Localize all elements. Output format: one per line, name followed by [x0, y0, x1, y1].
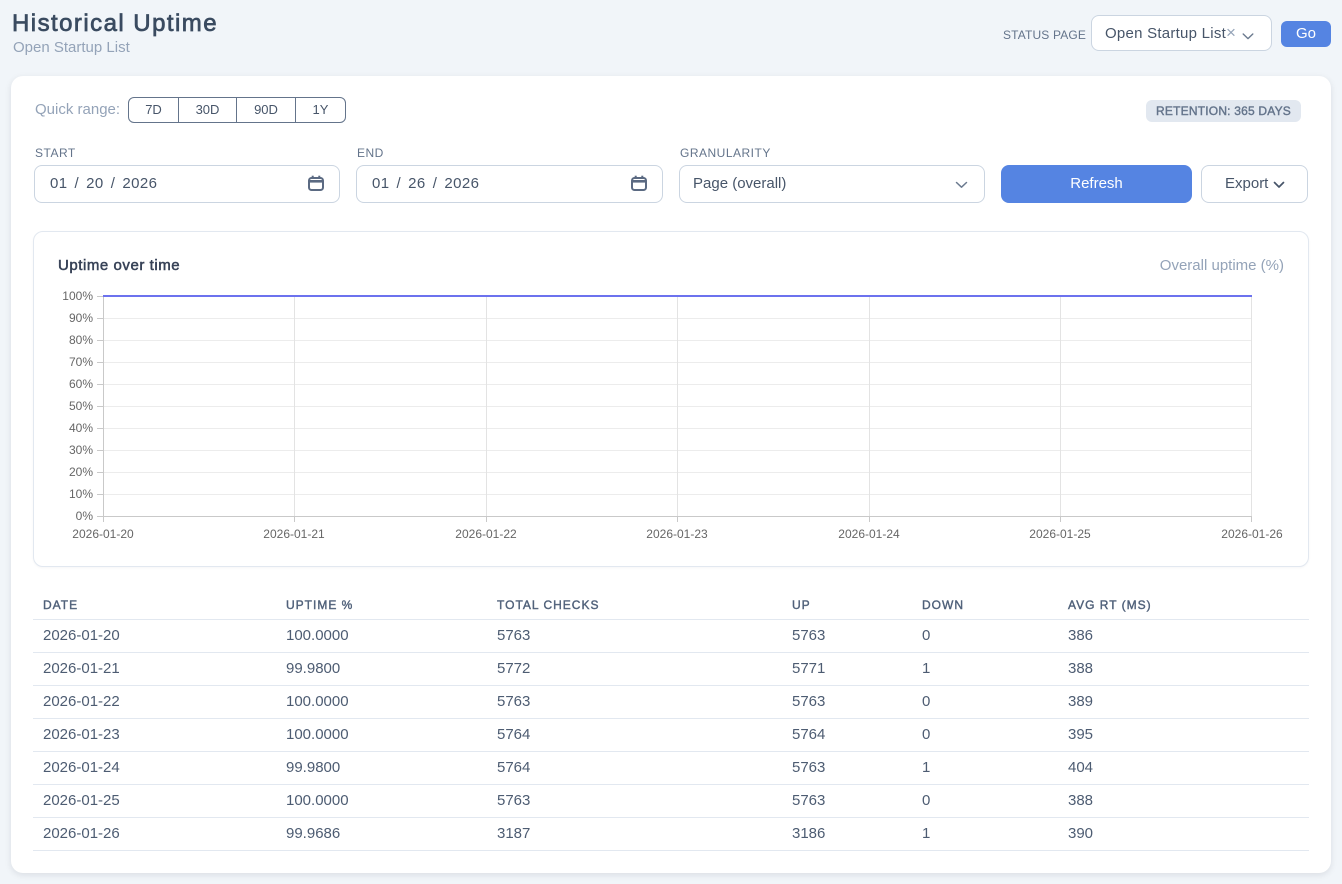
- svg-text:80%: 80%: [69, 333, 93, 347]
- svg-text:2026-01-21: 2026-01-21: [263, 527, 325, 541]
- svg-text:30%: 30%: [69, 443, 93, 457]
- svg-text:2026-01-20: 2026-01-20: [72, 527, 134, 541]
- svg-text:2026-01-24: 2026-01-24: [838, 527, 900, 541]
- svg-text:2026-01-25: 2026-01-25: [1029, 527, 1091, 541]
- svg-text:50%: 50%: [69, 399, 93, 413]
- svg-text:90%: 90%: [69, 311, 93, 325]
- svg-text:60%: 60%: [69, 377, 93, 391]
- svg-text:2026-01-23: 2026-01-23: [646, 527, 708, 541]
- svg-text:70%: 70%: [69, 355, 93, 369]
- svg-text:100%: 100%: [62, 289, 93, 303]
- svg-text:0%: 0%: [76, 509, 94, 523]
- svg-text:2026-01-22: 2026-01-22: [455, 527, 517, 541]
- svg-text:2026-01-26: 2026-01-26: [1221, 527, 1283, 541]
- svg-text:20%: 20%: [69, 465, 93, 479]
- svg-text:40%: 40%: [69, 421, 93, 435]
- svg-text:10%: 10%: [69, 487, 93, 501]
